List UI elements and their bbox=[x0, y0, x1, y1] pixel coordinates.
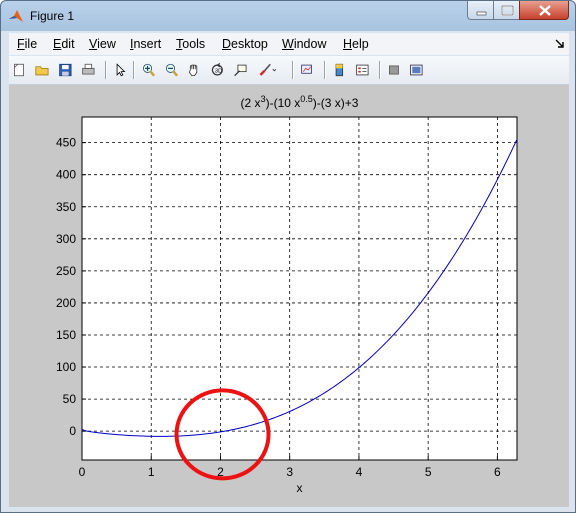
chart-title: (2 x3)-(10 x0.5)-(3 x)+3 bbox=[241, 94, 359, 110]
menu-insert[interactable]: Insert bbox=[130, 37, 161, 51]
y-tick-label: 50 bbox=[63, 392, 77, 406]
menu-label-rest: ile bbox=[24, 37, 38, 51]
toolbar-separator bbox=[133, 61, 135, 79]
data-cursor-icon[interactable] bbox=[233, 61, 251, 79]
figure-toolbar: 3D bbox=[9, 56, 569, 85]
menu-label-rest: nsert bbox=[133, 37, 162, 51]
dock-arrow-icon[interactable] bbox=[555, 39, 565, 49]
colorbar-icon[interactable] bbox=[332, 61, 350, 79]
menu-accelerator-key: H bbox=[343, 37, 353, 51]
menu-accelerator-key: D bbox=[222, 37, 232, 51]
maximize-button[interactable] bbox=[493, 1, 520, 20]
toolbar-separator bbox=[379, 61, 381, 79]
plot-area bbox=[82, 117, 517, 460]
zoom-out-icon[interactable] bbox=[164, 61, 182, 79]
y-tick-label: 200 bbox=[56, 296, 76, 310]
rotate-3d-icon[interactable]: 3D bbox=[210, 61, 228, 79]
title-text: )-(10 x bbox=[266, 96, 301, 110]
y-tick-label: 100 bbox=[56, 360, 76, 374]
menu-bar: File Edit View Insert Tools Desktop Window Help bbox=[9, 33, 569, 55]
menu-view[interactable]: View bbox=[89, 37, 116, 51]
menu-label-rest: dit bbox=[61, 37, 75, 51]
close-button[interactable] bbox=[519, 1, 569, 20]
matlab-logo-icon bbox=[9, 10, 23, 22]
save-icon[interactable] bbox=[58, 61, 76, 79]
minimize-button[interactable] bbox=[467, 1, 494, 20]
legend-icon[interactable] bbox=[355, 61, 373, 79]
menu-tools[interactable]: Tools bbox=[176, 37, 205, 51]
link-plot-icon[interactable] bbox=[300, 61, 318, 79]
menu-label-rest: indow bbox=[293, 37, 327, 51]
x-tick-label: 4 bbox=[356, 465, 363, 479]
x-tick-label: 1 bbox=[148, 465, 155, 479]
title-bar[interactable]: Figure 1 bbox=[1, 1, 575, 31]
brush-icon[interactable] bbox=[258, 61, 276, 79]
toolbar-separator bbox=[105, 61, 107, 79]
svg-text:3D: 3D bbox=[215, 68, 222, 74]
menu-accelerator-key: V bbox=[89, 37, 98, 51]
menu-window[interactable]: Window bbox=[282, 37, 326, 51]
pointer-icon[interactable] bbox=[113, 61, 131, 79]
menu-accelerator-key: W bbox=[282, 37, 294, 51]
figure-window: Figure 1 File Edit View Insert Tools Desktop W… bbox=[0, 0, 576, 513]
y-tick-label: 400 bbox=[56, 168, 76, 182]
x-tick-label: 3 bbox=[286, 465, 293, 479]
menu-accelerator-key: F bbox=[17, 37, 25, 51]
menu-file[interactable]: File bbox=[17, 37, 37, 51]
pan-hand-icon[interactable] bbox=[187, 61, 205, 79]
axes[interactable]: 0 1 2 3 4 5 6050100150200250300350400450x(2 x3… bbox=[9, 85, 569, 507]
maximize-icon bbox=[501, 5, 514, 16]
title-exponent: 0.5 bbox=[300, 94, 313, 104]
new-figure-icon[interactable] bbox=[12, 61, 30, 79]
figure-canvas: 0 1 2 3 4 5 6 0 50 100 150 200 250 300 350 400 450 x (2 x3… bbox=[9, 85, 569, 507]
open-file-icon[interactable] bbox=[35, 61, 53, 79]
y-tick-label: 450 bbox=[56, 136, 76, 150]
y-tick-label: 250 bbox=[56, 264, 76, 278]
menu-desktop[interactable]: Desktop bbox=[222, 37, 268, 51]
x-tick-label: 5 bbox=[425, 465, 432, 479]
minimize-icon bbox=[476, 11, 487, 16]
zoom-in-icon[interactable] bbox=[141, 61, 159, 79]
hide-plot-tools-icon[interactable] bbox=[387, 61, 405, 79]
title-text: )-(3 x)+3 bbox=[313, 96, 359, 110]
toolbar-separator bbox=[324, 61, 326, 79]
toolbar-separator bbox=[292, 61, 294, 79]
y-tick-label: 350 bbox=[56, 200, 76, 214]
x-tick-label: 6 bbox=[494, 465, 501, 479]
menu-help[interactable]: Help bbox=[343, 37, 369, 51]
x-tick-label: 0 bbox=[79, 465, 86, 479]
x-axis-label: x bbox=[297, 481, 303, 495]
menu-label-rest: elp bbox=[352, 37, 369, 51]
y-tick-label: 0 bbox=[69, 424, 76, 438]
menu-label-rest: esktop bbox=[231, 37, 268, 51]
title-text: (2 x bbox=[241, 96, 261, 110]
y-tick-label: 300 bbox=[56, 232, 76, 246]
menu-label-rest: ools bbox=[182, 37, 206, 51]
y-tick-label: 150 bbox=[56, 328, 76, 342]
menu-label-rest: iew bbox=[97, 37, 116, 51]
close-icon bbox=[539, 5, 551, 16]
window-title: Figure 1 bbox=[30, 9, 75, 23]
show-plot-tools-icon[interactable] bbox=[409, 61, 427, 79]
print-icon[interactable] bbox=[81, 61, 99, 79]
menu-edit[interactable]: Edit bbox=[53, 37, 75, 51]
